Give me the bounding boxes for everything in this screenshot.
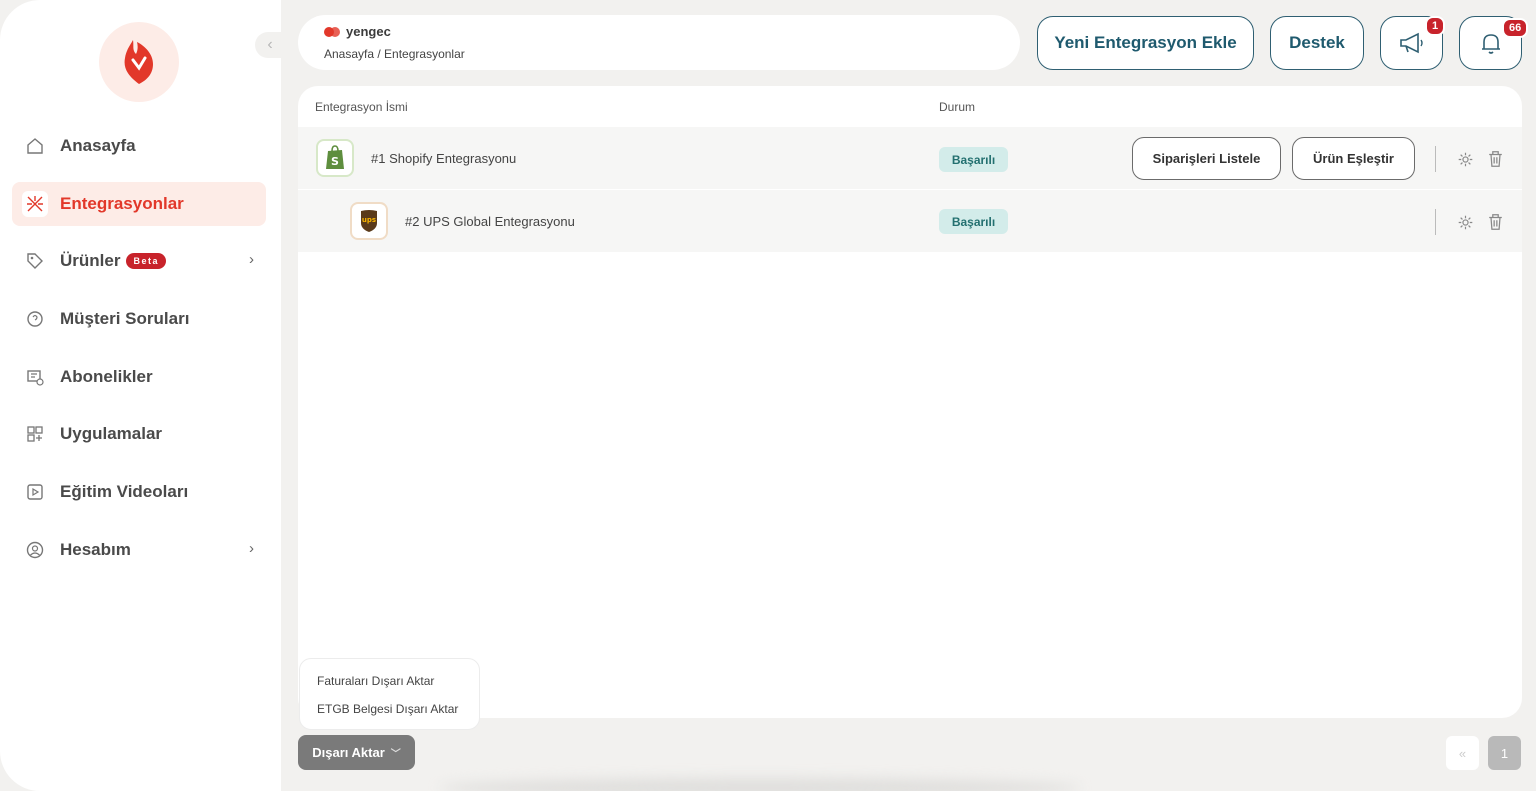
column-header-status: Durum xyxy=(939,100,976,114)
sidebar-item-abonelikler[interactable]: Abonelikler xyxy=(12,355,266,399)
sidebar-item-entegrasyonlar[interactable]: Entegrasyonlar xyxy=(12,181,266,226)
integration-name[interactable]: #1 Shopify Entegrasyonu xyxy=(371,151,516,166)
sidebar-item-label: Anasayfa xyxy=(60,136,136,155)
sidebar-item-label: Uygulamalar xyxy=(60,424,163,444)
sidebar-collapse-button[interactable]: ‹ xyxy=(255,32,285,58)
status-badge: Başarılı xyxy=(939,147,1008,172)
status-badge: Başarılı xyxy=(939,209,1008,234)
export-etgb-option[interactable]: ETGB Belgesi Dışarı Aktar xyxy=(317,702,458,716)
table-row[interactable]: ups #2 UPS Global Entegrasyonu Başarılı xyxy=(298,190,1522,252)
export-invoices-option[interactable]: Faturaları Dışarı Aktar xyxy=(317,674,434,688)
sidebar-nav: Anasayfa Entegrasyonlar Ürünler Beta › M… xyxy=(12,124,266,586)
trash-icon[interactable] xyxy=(1487,150,1504,168)
sidebar-item-label: Ürünler xyxy=(60,251,121,271)
sidebar-item-label: Müşteri Soruları xyxy=(60,309,190,329)
brand-mini-logo-icon xyxy=(324,26,340,37)
chevron-right-icon: › xyxy=(249,251,254,269)
bell-icon xyxy=(1481,34,1500,54)
export-menu: Faturaları Dışarı Aktar ETGB Belgesi Dış… xyxy=(299,658,480,730)
sidebar-item-uygulamalar[interactable]: Uygulamalar xyxy=(12,412,266,456)
beta-badge: Beta xyxy=(126,253,166,270)
sidebar-item-label: Hesabım xyxy=(60,539,131,559)
breadcrumb-bar: yengec Anasayfa / Entegrasyonlar xyxy=(298,15,1020,70)
sidebar-item-musteri-sorulari[interactable]: Müşteri Soruları xyxy=(12,297,266,341)
export-button[interactable]: Dışarı Aktar ﹀ xyxy=(298,735,415,770)
ups-logo: ups xyxy=(350,202,388,240)
sidebar: ‹ Anasayfa Entegrasyonlar Ürünler Beta › xyxy=(0,0,285,791)
home-icon xyxy=(22,133,48,159)
announcement-count-badge: 1 xyxy=(1425,16,1446,36)
list-orders-button[interactable]: Siparişleri Listele xyxy=(1132,137,1281,180)
shopify-logo: S xyxy=(316,139,354,177)
tag-icon xyxy=(22,248,48,274)
chevron-right-icon: › xyxy=(249,539,254,557)
video-icon xyxy=(22,479,48,505)
export-button-label: Dışarı Aktar xyxy=(312,745,385,760)
gear-icon[interactable] xyxy=(1457,151,1474,168)
megaphone-icon xyxy=(1399,32,1423,54)
sidebar-item-label: Entegrasyonlar xyxy=(60,193,184,213)
table-row[interactable]: S #1 Shopify Entegrasyonu Başarılı Sipar… xyxy=(298,127,1522,189)
integration-name[interactable]: #2 UPS Global Entegrasyonu xyxy=(405,214,575,229)
sidebar-item-label: Eğitim Videoları xyxy=(60,482,189,502)
sidebar-item-anasayfa[interactable]: Anasayfa xyxy=(12,124,266,168)
chevron-down-icon: ﹀ xyxy=(390,749,401,760)
gear-icon[interactable] xyxy=(1457,214,1474,231)
match-products-button[interactable]: Ürün Eşleştir xyxy=(1292,137,1415,180)
sidebar-item-urunler[interactable]: Ürünler Beta › xyxy=(12,239,266,283)
sidebar-item-label: Abonelikler xyxy=(60,366,153,386)
trash-icon[interactable] xyxy=(1487,213,1504,231)
ups-logo-text: ups xyxy=(362,216,376,224)
apps-icon xyxy=(22,421,48,447)
account-icon xyxy=(22,537,48,563)
bottom-shadow xyxy=(440,778,1080,791)
column-header-name: Entegrasyon İsmi xyxy=(315,100,408,114)
integrations-icon xyxy=(22,190,48,217)
brand-name: yengec xyxy=(346,24,391,39)
integrations-table: Entegrasyon İsmi Durum S #1 Shopify Ente… xyxy=(298,86,1522,718)
pagination-prev-button[interactable]: « xyxy=(1446,736,1479,770)
sidebar-item-hesabim[interactable]: Hesabım › xyxy=(12,528,266,572)
svg-text:S: S xyxy=(331,155,339,168)
sidebar-item-egitim-videolari[interactable]: Eğitim Videoları xyxy=(12,470,266,514)
divider xyxy=(1435,146,1436,172)
breadcrumb[interactable]: Anasayfa / Entegrasyonlar xyxy=(324,47,465,61)
pagination-page-1[interactable]: 1 xyxy=(1488,736,1521,770)
divider xyxy=(1435,209,1436,235)
notification-count-badge: 66 xyxy=(1502,18,1529,38)
chat-icon xyxy=(22,306,48,332)
support-button[interactable]: Destek xyxy=(1270,16,1364,70)
brand-logo[interactable] xyxy=(99,22,179,102)
subscription-icon xyxy=(22,364,48,390)
add-integration-button[interactable]: Yeni Entegrasyon Ekle xyxy=(1037,16,1254,70)
